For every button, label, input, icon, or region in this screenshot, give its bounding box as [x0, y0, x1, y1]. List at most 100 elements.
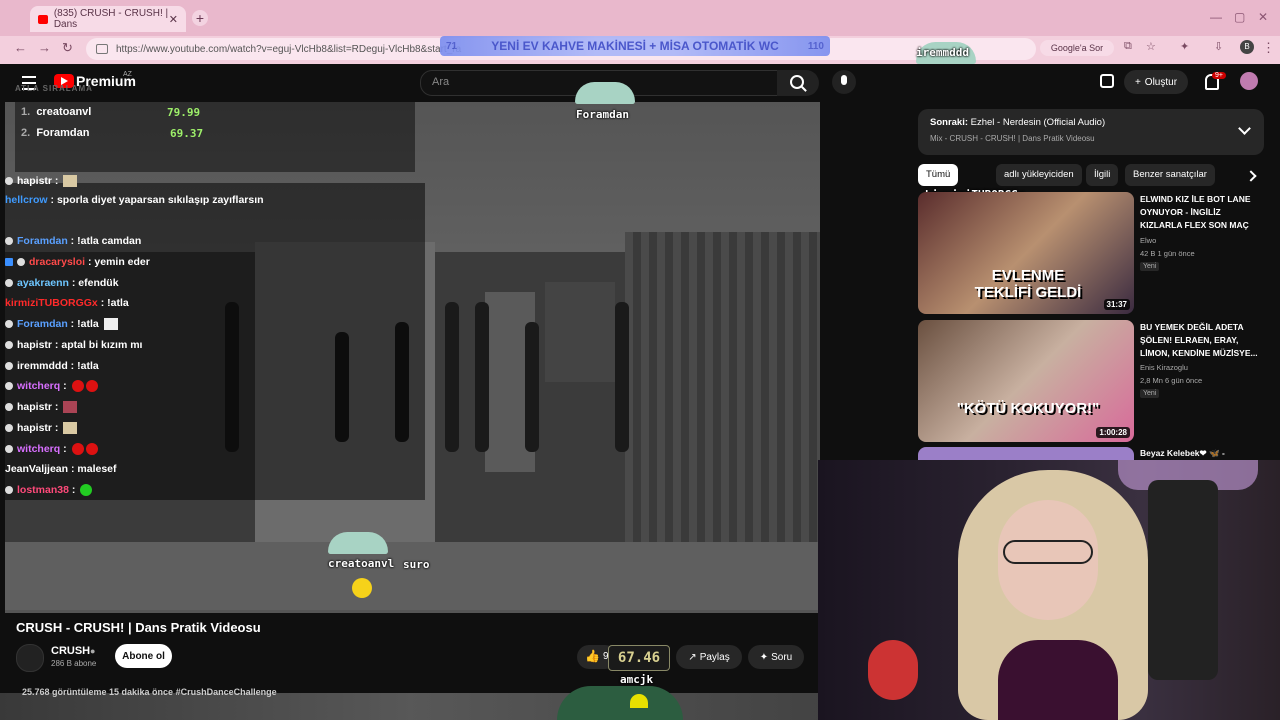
tab-title: (835) CRUSH - CRUSH! | Dans [53, 8, 169, 30]
verified-icon: ● [90, 646, 96, 656]
chat-badge-icon [5, 445, 13, 454]
related-video-meta: 42 B 1 gün önce [1140, 249, 1195, 258]
url-text: https://www.youtube.com/watch?v=eguj-Vlc… [116, 43, 462, 55]
chip-uploader[interactable]: adlı yükleyiciden [996, 164, 1082, 186]
chat-badge-icon [5, 258, 13, 267]
new-badge: Yeni [1140, 389, 1160, 398]
chat-user: witcherq [17, 443, 61, 455]
related-video-channel[interactable]: Elwo [1140, 236, 1156, 245]
chat-badge-icon [5, 320, 13, 329]
create-button[interactable]: + Oluştur [1124, 70, 1188, 94]
chat-message: witcherq : [5, 380, 98, 393]
dancer [445, 302, 459, 452]
related-video-title[interactable]: ELWIND KIZ İLE BOT LANE OYNUYOR - İNGİLİ… [1140, 193, 1265, 232]
video-thumbnail[interactable]: "KÖTÜ KOKUYOR!" 1:00:28 [918, 320, 1134, 442]
chat-message: kirmiziTUBORGGx : !atla [5, 297, 129, 309]
reload-icon[interactable]: ↻ [62, 40, 73, 56]
minimize-icon[interactable]: — [1210, 10, 1222, 24]
related-video-title[interactable]: BU YEMEK DEĞİL ADETA ŞÖLEN! ELRAEN, ERAY… [1140, 321, 1265, 360]
chat-user: iremmddd [17, 360, 68, 372]
browser-tab[interactable]: (835) CRUSH - CRUSH! | Dans ✕ [30, 6, 186, 32]
search-icon [790, 75, 804, 89]
chat-text: aptal bi kızım mı [61, 339, 143, 351]
related-video-channel[interactable]: Enis Kirazoglu [1140, 363, 1188, 372]
share-button[interactable]: ↗ Paylaş [676, 645, 742, 669]
up-next-playlist: Mix - CRUSH - CRUSH! | Dans Pratik Video… [930, 134, 1095, 143]
chevron-right-icon[interactable] [1245, 170, 1257, 182]
leaderboard: 1. creatoanvl 79.99 2. Foramdan 69.37 [15, 102, 415, 172]
chat-badge-icon [17, 258, 25, 267]
browser-profile-avatar[interactable]: B [1240, 40, 1254, 54]
close-tab-icon[interactable]: ✕ [169, 13, 178, 26]
chat-user: hapistr [17, 175, 53, 187]
close-window-icon[interactable]: ✕ [1258, 10, 1268, 24]
chat-text: yemin eder [94, 256, 150, 268]
video-thumbnail[interactable] [918, 447, 1134, 460]
bookmark-star-icon[interactable]: ☆ [1146, 40, 1156, 53]
forward-icon[interactable]: → [38, 40, 51, 55]
related-video-title[interactable]: Beyaz Kelebek❤ 🦋 - [1140, 447, 1265, 460]
chat-user: lostman38 [17, 484, 69, 496]
dancer [615, 302, 629, 452]
chat-message: witcherq : [5, 443, 98, 456]
streamer-webcam [818, 460, 1280, 720]
chip-all[interactable]: Tümü [918, 164, 959, 186]
video-thumbnail[interactable]: EVLENME TEKLİFİ GELDİ 31:37 [918, 192, 1134, 314]
chat-message: JeanValjjean : malesef [5, 463, 117, 475]
parachute-name: amcjk [620, 673, 654, 686]
chat-message: hellcrow : sporla diyet yaparsan sıkılaş… [5, 194, 264, 206]
dancer [525, 322, 539, 452]
chip-related[interactable]: İlgili [1086, 164, 1119, 186]
chat-badge-icon [5, 486, 13, 495]
install-icon[interactable]: ⧉ [1124, 40, 1132, 53]
video-floor [5, 542, 820, 610]
google-sor-button[interactable]: Google'a Sor [1040, 40, 1114, 56]
bottom-overlay-strip [0, 693, 820, 720]
chip-similar-artists[interactable]: Benzer sanatçılar [1125, 164, 1215, 186]
leaderboard-score: 79.99 [167, 106, 201, 119]
video-duration: 1:00:28 [1096, 427, 1130, 438]
parachute-name: suro [403, 558, 430, 571]
new-badge: Yeni [1140, 262, 1160, 271]
maximize-icon[interactable]: ▢ [1234, 10, 1245, 24]
video-progress-bar[interactable] [5, 610, 820, 613]
account-avatar[interactable] [1240, 72, 1258, 90]
back-icon[interactable]: ← [14, 40, 27, 55]
thumbnail-text: "KÖTÜ KOKUYOR!" [956, 400, 1100, 417]
chat-message: Foramdan : !atla camdan [5, 235, 141, 247]
chat-message: hapistr : [5, 422, 78, 435]
chat-message: dracarysloi : yemin eder [5, 256, 150, 268]
parachute-icon [575, 82, 635, 104]
webcam-chair [1148, 480, 1218, 680]
banner-left-number: 71 [446, 40, 458, 52]
cast-icon[interactable] [1100, 74, 1114, 88]
new-tab-button[interactable]: + [192, 10, 208, 26]
emote-icon [103, 318, 118, 331]
leaderboard-name: creatoanvl [36, 106, 92, 118]
chat-user: Foramdan [17, 235, 68, 247]
chat-badge-icon [5, 403, 13, 412]
webcam-glasses [1003, 540, 1093, 564]
up-next-card[interactable] [918, 109, 1264, 155]
channel-avatar[interactable] [16, 644, 44, 672]
channel-name[interactable]: CRUSH [51, 645, 90, 657]
subscriber-count: 286 B abone [51, 659, 97, 668]
site-info-icon[interactable] [96, 44, 108, 54]
thumbs-up-icon: 👍 [585, 649, 600, 663]
subscribe-button[interactable]: Abone ol [115, 644, 172, 668]
browser-menu-icon[interactable]: ⋮ [1262, 40, 1275, 56]
jump-score: 67.46 [608, 645, 670, 671]
landing-pad [557, 686, 683, 720]
plus-icon: + [1134, 76, 1141, 88]
extensions-icon[interactable]: ✦ [1180, 40, 1189, 53]
parachute-icon [328, 532, 388, 554]
chat-text: malesef [77, 463, 117, 475]
emote-icon [80, 484, 93, 497]
chat-text: efendük [78, 277, 119, 289]
voice-search-icon[interactable] [832, 70, 856, 94]
downloads-icon[interactable]: ⇩ [1214, 40, 1223, 53]
emoji-character-icon [352, 578, 372, 598]
create-label: Oluştur [1144, 76, 1178, 88]
chat-text: !atla camdan [77, 235, 142, 247]
ask-button[interactable]: ✦ Soru [748, 645, 804, 669]
